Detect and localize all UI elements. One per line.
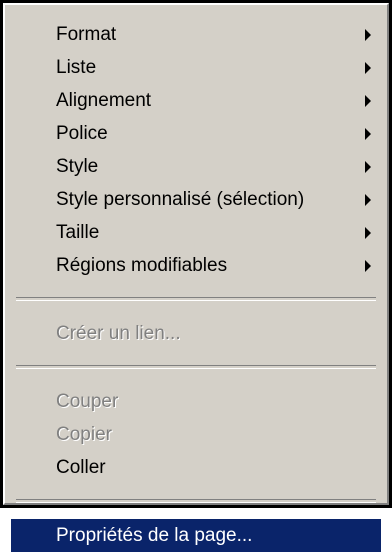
menu-item-style[interactable]: Style [16,150,376,183]
menu-item-proprietes-page[interactable]: Propriétés de la page... [11,519,381,552]
menu-item-coller[interactable]: Coller [16,451,376,484]
menu-item-creer-lien: Créer un lien... [16,317,376,350]
menu-item-label: Créer un lien... [56,323,181,344]
submenu-arrow-icon [365,194,371,206]
menu-item-label: Police [56,123,108,144]
menu-item-label: Style [56,156,99,177]
menu-item-label: Format [56,24,117,45]
menu-item-label: Style personnalisé (sélection) [56,189,305,210]
submenu-arrow-icon [365,128,371,140]
menu-item-taille[interactable]: Taille [16,216,376,249]
menu-separator [16,297,376,301]
menu-item-couper: Couper [16,385,376,418]
submenu-arrow-icon [365,227,371,239]
menu-item-label: Propriétés de la page... [56,525,253,546]
menu-separator [16,365,376,369]
menu-item-alignement[interactable]: Alignement [16,84,376,117]
menu-separator [16,499,376,503]
context-menu-frame: Format Liste Alignement Police Style Sty… [0,0,392,552]
menu-item-regions-modifiables[interactable]: Régions modifiables [16,249,376,282]
menu-item-liste[interactable]: Liste [16,51,376,84]
menu-item-label: Régions modifiables [56,255,228,276]
submenu-arrow-icon [365,62,371,74]
menu-item-label: Couper [56,391,119,412]
submenu-arrow-icon [365,161,371,173]
submenu-arrow-icon [365,260,371,272]
menu-item-style-personnalise[interactable]: Style personnalisé (sélection) [16,183,376,216]
menu-item-police[interactable]: Police [16,117,376,150]
menu-item-label: Taille [56,222,100,243]
submenu-arrow-icon [365,29,371,41]
menu-list: Format Liste Alignement Police Style Sty… [11,18,381,552]
submenu-arrow-icon [365,95,371,107]
menu-item-label: Copier [56,424,112,445]
menu-item-label: Liste [56,57,97,78]
menu-item-format[interactable]: Format [16,18,376,51]
menu-item-copier: Copier [16,418,376,451]
menu-item-label: Coller [56,457,106,478]
menu-item-label: Alignement [56,90,152,111]
context-menu: Format Liste Alignement Police Style Sty… [3,3,389,552]
